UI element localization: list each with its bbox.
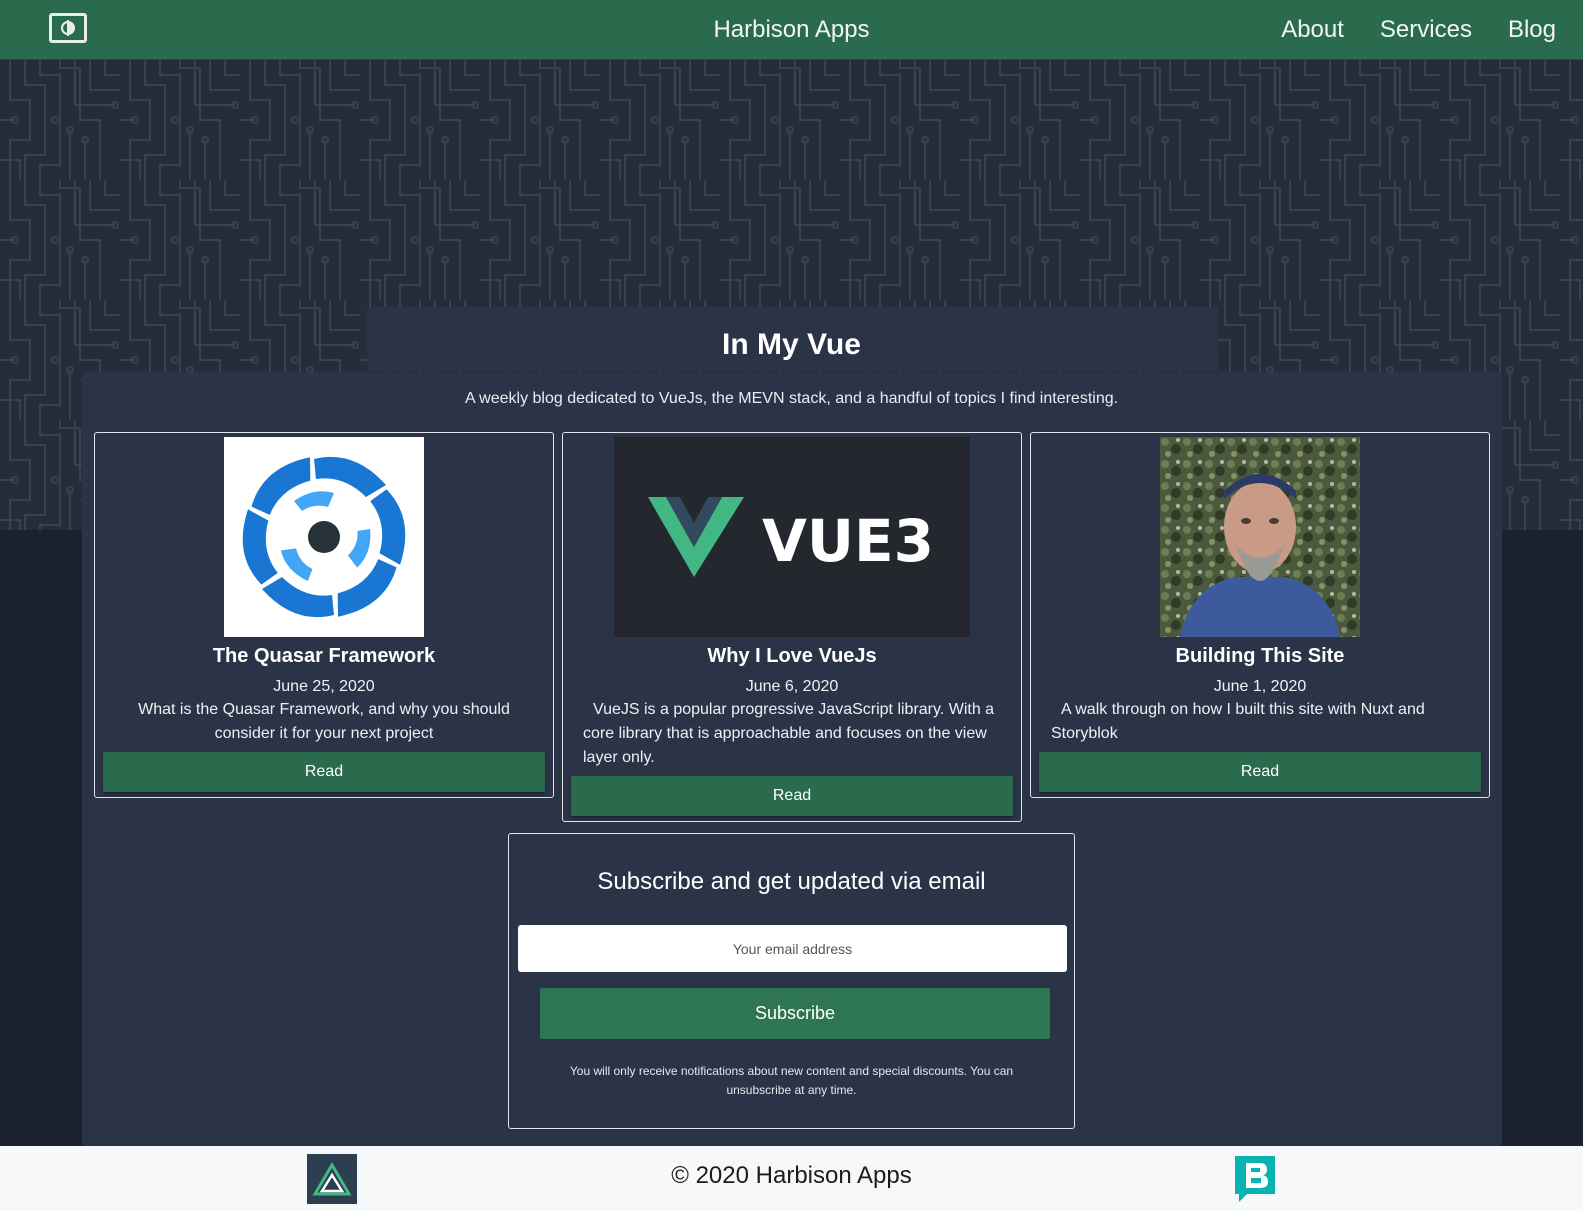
read-button[interactable]: Read xyxy=(1039,752,1481,792)
email-field[interactable] xyxy=(518,925,1067,972)
author-photo xyxy=(1160,437,1360,637)
blog-card-quasar: The Quasar Framework June 25, 2020 What … xyxy=(94,432,554,798)
brand-link[interactable]: Harbison Apps xyxy=(713,16,869,43)
card-date: June 6, 2020 xyxy=(745,678,839,695)
blog-card-vue: VUE3 Why I Love VueJs June 6, 2020 VueJS… xyxy=(562,432,1022,822)
blog-card-building-site: Building This Site June 1, 2020 A walk t… xyxy=(1030,432,1490,798)
nav-about-link[interactable]: About xyxy=(1281,16,1344,44)
contrast-toggle-icon[interactable] xyxy=(49,13,87,43)
card-excerpt: What is the Quasar Framework, and why yo… xyxy=(138,701,510,742)
page-title: In My Vue xyxy=(722,328,861,361)
vue3-banner: VUE3 xyxy=(614,437,970,637)
subscribe-button[interactable]: Subscribe xyxy=(540,988,1050,1039)
page-tagline: A weekly blog dedicated to VueJs, the ME… xyxy=(464,390,1119,407)
storyblok-logo-icon[interactable] xyxy=(1233,1154,1277,1204)
footer-copyright: © 2020 Harbison Apps xyxy=(671,1162,912,1189)
read-button[interactable]: Read xyxy=(571,776,1013,816)
nav-services-link[interactable]: Services xyxy=(1380,16,1472,44)
quasar-logo xyxy=(224,437,424,637)
vue3-logo-text: VUE3 xyxy=(762,507,934,575)
card-title: Building This Site xyxy=(1175,645,1345,667)
card-title: Why I Love VueJs xyxy=(707,645,877,667)
nav-blog-link[interactable]: Blog xyxy=(1508,16,1556,44)
card-excerpt: A walk through on how I built this site … xyxy=(1051,701,1425,742)
card-excerpt: VueJS is a popular progressive JavaScrip… xyxy=(583,701,995,766)
top-navbar: Harbison Apps About Services Blog xyxy=(0,0,1583,60)
main-nav: About Services Blog xyxy=(1281,16,1556,44)
subscribe-box: Subscribe and get updated via email Subs… xyxy=(508,833,1075,1129)
footer: © 2020 Harbison Apps xyxy=(0,1146,1583,1211)
read-button[interactable]: Read xyxy=(103,752,545,792)
card-date: June 1, 2020 xyxy=(1213,678,1307,695)
card-title: The Quasar Framework xyxy=(212,645,436,667)
subscribe-heading: Subscribe and get updated via email xyxy=(597,868,986,895)
card-date: June 25, 2020 xyxy=(273,678,375,695)
subscribe-fine-print: You will only receive notifications abou… xyxy=(569,1064,1014,1097)
